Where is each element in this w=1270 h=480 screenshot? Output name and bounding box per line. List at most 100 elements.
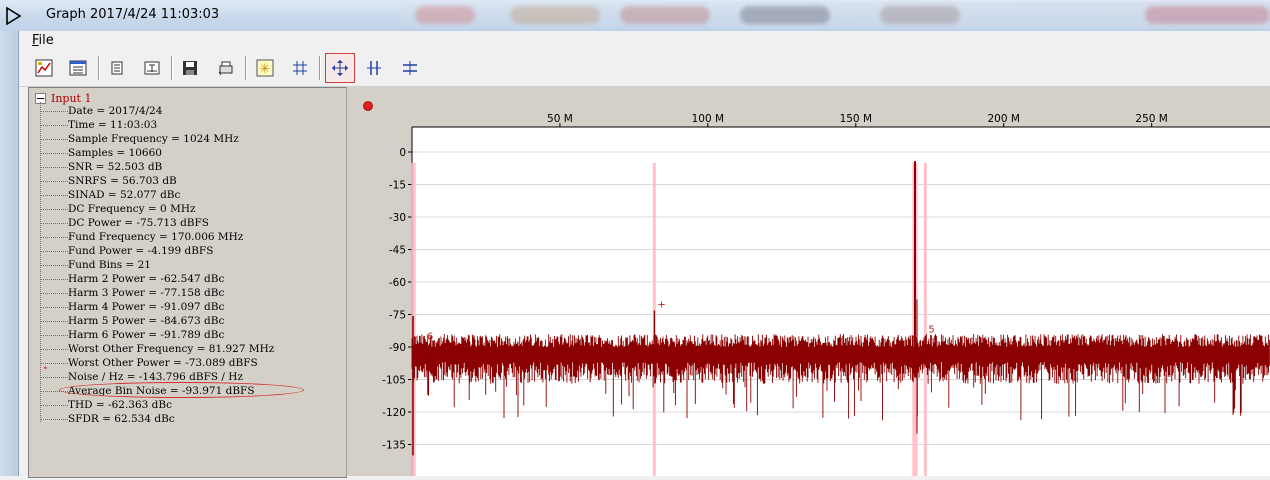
tree-item-label: Harm 5 Power = -84.673 dBc — [68, 315, 225, 327]
table-icon — [69, 60, 87, 76]
blurred-blob — [510, 6, 600, 24]
tree-item[interactable]: Fund Bins = 21 — [40, 258, 151, 272]
y-tick-label: -135 — [382, 440, 406, 452]
tree-item[interactable]: SFDR = 62.534 dBc — [40, 412, 175, 426]
toolbar-separator — [319, 56, 321, 80]
tree-connector — [40, 124, 68, 126]
toolbar-separator — [245, 56, 247, 80]
tree-item[interactable]: Samples = 10660 — [40, 146, 162, 160]
grid-icon — [293, 61, 307, 75]
text-export-button[interactable] — [139, 55, 165, 81]
tree-item-label: Fund Power = -4.199 dBFS — [68, 245, 214, 257]
x-tick-label: 200 M — [987, 113, 1019, 125]
tree-item-label: Fund Bins = 21 — [68, 259, 151, 271]
tree-item-label: SNR = 52.503 dB — [68, 161, 163, 173]
tree-item-label: Harm 4 Power = -91.097 dBc — [68, 301, 225, 313]
tree-item[interactable]: Harm 6 Power = -91.789 dBc — [40, 328, 224, 342]
svg-text:✳: ✳ — [260, 62, 271, 77]
tree-item[interactable]: SINAD = 52.077 dBc — [40, 188, 180, 202]
y-tick-label: 0 — [399, 147, 406, 159]
x-tick-label: 100 M — [692, 113, 724, 125]
tree-item[interactable]: THD = -62.363 dBc — [40, 398, 172, 412]
spectrum-chart[interactable]: 0 -15 -30 -45 -60 -75 -90 -105 -120 -135 50 M 100 M… — [347, 87, 1270, 476]
blurred-blob — [880, 6, 960, 24]
toolbar-separator — [171, 56, 173, 80]
tree-item-label: SFDR = 62.534 dBc — [68, 413, 175, 425]
horizontal-split-icon — [403, 61, 417, 75]
tree-connector — [40, 334, 68, 336]
tree-item[interactable]: Harm 4 Power = -91.097 dBc — [40, 300, 224, 314]
tree-item[interactable]: Harm 2 Power = -62.547 dBc — [40, 272, 224, 286]
red-dot-mark: • — [43, 364, 48, 373]
tree-connector — [40, 208, 68, 210]
y-tick-label: -105 — [382, 375, 406, 387]
move-cursor-icon — [332, 60, 348, 76]
tree-item[interactable]: Fund Power = -4.199 dBFS — [40, 244, 213, 258]
vertical-split-button[interactable] — [361, 55, 387, 81]
x-tick-label: 250 M — [1135, 113, 1167, 125]
y-tick-label: -60 — [389, 277, 406, 289]
print-button[interactable] — [213, 55, 239, 81]
tree-connector — [40, 166, 68, 168]
tree-item-label: Harm 3 Power = -77.158 dBc — [68, 287, 225, 299]
y-tick-label: -90 — [389, 342, 406, 354]
tree-connector — [40, 348, 68, 350]
tree-item[interactable]: Fund Frequency = 170.006 MHz — [40, 230, 243, 244]
table-button[interactable] — [65, 55, 91, 81]
horizontal-split-button[interactable] — [397, 55, 423, 81]
tree-item[interactable]: Worst Other Power = -73.089 dBFS — [40, 356, 258, 370]
list-button[interactable] — [104, 55, 130, 81]
save-icon — [183, 61, 197, 75]
window-frame — [0, 31, 19, 476]
chart-wizard-button[interactable] — [31, 55, 57, 81]
tree-item-label: SNRFS = 56.703 dB — [68, 175, 177, 187]
star-button[interactable]: ✳ — [252, 55, 278, 81]
y-tick-label: -120 — [382, 407, 406, 419]
window-title: Graph 2017/4/24 11:03:03 — [46, 7, 220, 22]
tree-connector — [40, 180, 68, 182]
tree-connector — [40, 236, 68, 238]
grid-button[interactable] — [287, 55, 313, 81]
save-button[interactable] — [177, 55, 203, 81]
tree-connector — [40, 292, 68, 294]
tree-connector — [40, 418, 68, 420]
tree-item-label: Harm 2 Power = -62.547 dBc — [68, 273, 225, 285]
menu-bar: File — [19, 31, 1270, 50]
star-icon: ✳ — [256, 59, 274, 77]
tree-item[interactable]: Sample Frequency = 1024 MHz — [40, 132, 239, 146]
tree-item[interactable]: DC Frequency = 0 MHz — [40, 202, 196, 216]
blurred-blob — [620, 6, 710, 24]
y-tick-label: -75 — [389, 310, 406, 322]
tree-connector — [40, 110, 68, 112]
tree-item-label: Time = 11:03:03 — [68, 119, 158, 131]
toolbar: ✳ — [19, 50, 1270, 87]
graph-area: 0 -15 -30 -45 -60 -75 -90 -105 -120 -135 50 M 100 M… — [347, 87, 1270, 476]
tree-item-label: Harm 6 Power = -91.789 dBc — [68, 329, 225, 341]
tree-connector — [40, 194, 68, 196]
tree-item[interactable]: Worst Other Frequency = 81.927 MHz — [40, 342, 274, 356]
tree-item[interactable]: Harm 5 Power = -84.673 dBc — [40, 314, 224, 328]
print-icon — [218, 61, 233, 76]
menu-file[interactable]: File — [32, 33, 54, 48]
spur-label: 5 — [928, 325, 934, 336]
y-tick-label: -45 — [389, 245, 406, 257]
tree-item-label: Samples = 10660 — [68, 147, 162, 159]
chart-wizard-icon — [35, 59, 53, 77]
tree-item-label: THD = -62.363 dBc — [68, 399, 172, 411]
tree-item[interactable]: Date = 2017/4/24 — [40, 104, 162, 118]
marker-bin — [923, 162, 927, 476]
tree-item[interactable]: SNR = 52.503 dB — [40, 160, 162, 174]
tree-item-label: Worst Other Power = -73.089 dBFS — [68, 357, 258, 369]
tree-item[interactable]: Time = 11:03:03 — [40, 118, 157, 132]
tree-item-label: DC Frequency = 0 MHz — [68, 203, 196, 215]
tree-item[interactable]: Harm 3 Power = -77.158 dBc — [40, 286, 224, 300]
move-cursor-button[interactable] — [325, 53, 355, 83]
tree-item[interactable]: DC Power = -75.713 dBFS — [40, 216, 209, 230]
status-dot — [363, 101, 373, 111]
tree-connector — [40, 222, 68, 224]
tree-connector — [40, 138, 68, 140]
tree-connector — [40, 320, 68, 322]
vertical-split-icon — [367, 61, 381, 75]
tree-item[interactable]: SNRFS = 56.703 dB — [40, 174, 177, 188]
tree-item-label: Worst Other Frequency = 81.927 MHz — [68, 343, 275, 355]
